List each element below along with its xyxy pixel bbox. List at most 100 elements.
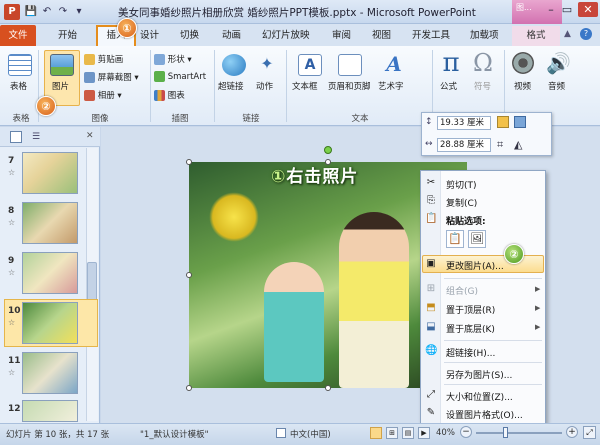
tab-animations[interactable]: 动画 [222,26,241,46]
header-footer-label[interactable]: 页眉和页脚 [328,80,371,92]
table-button-label[interactable]: 表格 [10,80,27,92]
spell-check-icon[interactable] [276,428,286,438]
menu-item-save-as-picture[interactable]: 另存为图片(S)... [446,368,512,381]
menu-item-bring-to-front[interactable]: 置于顶层(R) [446,303,495,316]
tab-review[interactable]: 审阅 [332,26,351,46]
menu-item-change-picture[interactable]: 更改图片(A)... [446,259,504,272]
slideshow-view-icon[interactable]: ▶ [418,427,430,439]
outline-tab-icon[interactable]: ☰ [30,131,42,143]
paste-keep-formatting-icon[interactable]: 📋 [446,230,464,248]
tab-file[interactable]: 文件 [0,25,36,46]
maximize-icon[interactable]: ▭ [561,3,573,17]
zoom-level[interactable]: 40% [436,428,455,438]
menu-item-group[interactable]: 组合(G) [446,284,478,297]
save-icon[interactable]: 💾 [24,5,38,19]
hyperlink-icon[interactable] [222,54,246,76]
resize-handle[interactable] [325,159,331,165]
clipart-button[interactable]: 剪贴画 [84,53,123,65]
collapse-ribbon-icon[interactable]: ▲ [564,29,571,39]
hyperlink-label[interactable]: 超链接 [218,80,244,92]
audio-icon[interactable]: 🔊 [546,50,571,76]
rotate-handle[interactable] [324,146,332,154]
textbox-label[interactable]: 文本框 [292,80,318,92]
audio-label[interactable]: 音频 [548,80,565,92]
zoom-out-icon[interactable]: − [460,426,472,438]
equation-label[interactable]: 公式 [440,80,457,92]
reading-view-icon[interactable]: ▤ [402,427,414,439]
zoom-slider-track[interactable] [476,432,562,434]
menu-item-size-position[interactable]: 大小和位置(Z)... [446,390,513,403]
theme-status[interactable]: "1_默认设计模板" [140,428,208,440]
bring-forward-icon[interactable] [497,116,509,128]
shapes-button[interactable]: 形状 ▾ [154,53,192,65]
smartart-button[interactable]: SmartArt [154,71,206,82]
tab-slideshow[interactable]: 幻灯片放映 [262,26,310,46]
slide-thumbnail[interactable] [22,302,78,344]
equation-icon[interactable]: π [440,48,462,78]
wordart-label[interactable]: 艺术字 [378,80,404,92]
video-label[interactable]: 视频 [514,80,531,92]
width-field[interactable]: 28.88 厘米 [437,138,491,152]
slide-thumbnail[interactable] [22,152,78,194]
step-number: ① [271,167,287,187]
header-footer-icon[interactable] [338,54,362,76]
action-label[interactable]: 动作 [256,80,273,92]
menu-item-format-picture[interactable]: 设置图片格式(O)... [446,408,523,421]
tab-design[interactable]: 设计 [140,26,159,46]
menu-item-hyperlink[interactable]: 超链接(H)... [446,346,495,359]
separator [214,50,215,122]
slides-tab-icon[interactable] [10,131,22,143]
panel-scroll-thumb[interactable] [87,262,97,302]
slide-thumbnail[interactable] [22,202,78,244]
tab-format[interactable]: 格式 [512,26,560,46]
submenu-arrow-icon: ▶ [535,304,541,312]
zoom-slider-thumb[interactable] [503,427,508,438]
resize-handle[interactable] [325,385,331,391]
fit-to-window-icon[interactable]: ⤢ [583,426,596,439]
tab-transitions[interactable]: 切换 [180,26,199,46]
video-icon[interactable] [512,52,534,74]
table-icon[interactable] [8,54,32,76]
language-status[interactable]: 中文(中国) [290,428,331,440]
normal-view-icon[interactable] [370,427,382,439]
album-button[interactable]: 相册 ▾ [84,89,122,101]
customize-toolbar-icon[interactable]: ▾ [72,5,86,19]
slide-thumbnail[interactable] [22,252,78,294]
send-backward-icon[interactable] [514,116,526,128]
paste-as-picture-icon[interactable]: 🖼 [468,230,486,248]
chart-button[interactable]: 图表 [154,89,185,101]
slide-sorter-icon[interactable]: ⊞ [386,427,398,439]
powerpoint-app-icon[interactable]: P [4,4,20,20]
zoom-in-icon[interactable]: + [566,426,578,438]
tab-developer[interactable]: 开发工具 [412,26,450,46]
tab-view[interactable]: 视图 [372,26,391,46]
resize-handle[interactable] [186,385,192,391]
height-field[interactable]: 19.33 厘米 [437,116,491,130]
undo-icon[interactable]: ↶ [40,5,54,19]
resize-handle[interactable] [186,272,192,278]
screenshot-button[interactable]: 屏幕截图 ▾ [84,71,139,83]
redo-icon[interactable]: ↷ [56,5,70,19]
picture-button-label[interactable]: 图片 [52,80,69,92]
help-icon[interactable]: ? [580,28,592,40]
crop-icon[interactable]: ⌗ [497,138,503,152]
slide-thumbnail[interactable] [22,400,78,422]
textbox-icon[interactable]: A [298,54,322,76]
menu-item-cut[interactable]: 剪切(T) [446,178,477,191]
menu-item-send-to-back[interactable]: 置于底层(K) [446,322,495,335]
album-icon [84,90,95,101]
menu-item-copy[interactable]: 复制(C) [446,196,477,209]
symbol-label[interactable]: 符号 [474,80,491,92]
tab-addins[interactable]: 加载项 [470,26,499,46]
minimize-icon[interactable]: – [545,3,557,17]
close-panel-icon[interactable]: ✕ [86,131,94,141]
resize-handle[interactable] [186,159,192,165]
picture-icon[interactable] [50,54,74,76]
slide-thumbnail[interactable] [22,352,78,394]
close-window-button[interactable]: ✕ [578,2,598,17]
tab-home[interactable]: 开始 [58,26,77,46]
symbol-icon[interactable]: Ω [472,48,494,78]
action-icon[interactable]: ✦ [258,54,276,74]
wordart-icon[interactable]: A [382,52,406,76]
format-shape-icon[interactable]: ◭ [514,138,522,151]
